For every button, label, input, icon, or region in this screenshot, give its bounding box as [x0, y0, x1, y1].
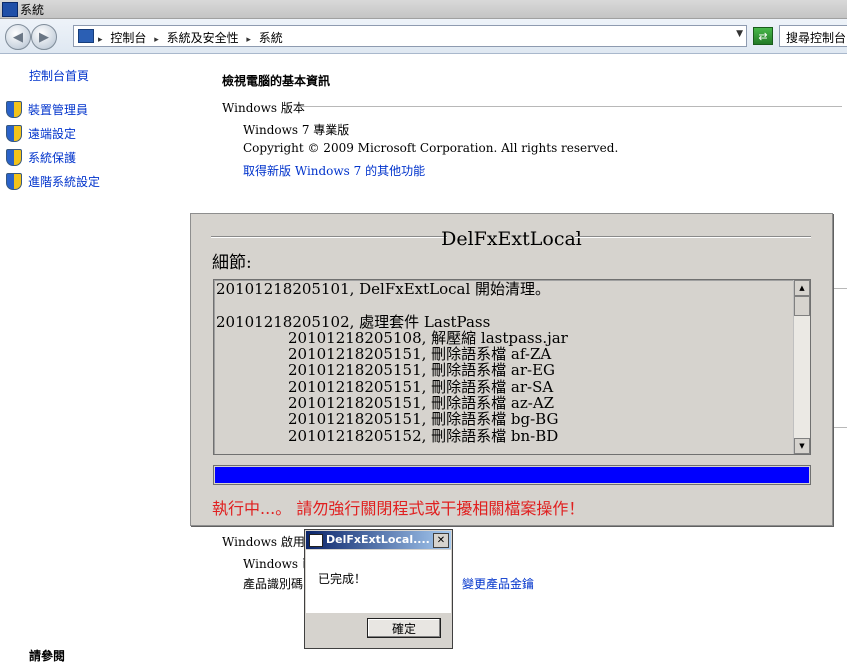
breadcrumb-separator-icon[interactable]: ▸: [246, 35, 251, 45]
breadcrumb-separator-icon[interactable]: ▸: [98, 35, 103, 45]
log-line: 20101218205151, 刪除語系檔 ar-EG: [288, 361, 556, 380]
completion-message-box: DelFxExtLocal.... ✕ 已完成！ 確定: [304, 529, 453, 649]
breadcrumb-item-control-panel[interactable]: 控制台: [110, 31, 146, 45]
section-label: Windows 版本: [222, 101, 305, 115]
product-id-label: 產品識別碼: [243, 577, 304, 591]
log-line: 20101218205101, DelFxExtLocal 開始清理。: [216, 280, 551, 298]
close-icon: ✕: [436, 535, 446, 546]
message-text: 已完成！: [318, 572, 367, 586]
sidebar-item-label: 系統保護: [28, 151, 77, 165]
refresh-button[interactable]: ⇄: [753, 27, 773, 45]
log-line: 20101218205102, 處理套件 LastPass: [216, 312, 491, 331]
shield-icon: [6, 101, 22, 118]
refresh-icon: ⇄: [758, 29, 768, 43]
windows-edition-section: Windows 版本: [222, 99, 842, 115]
sidebar-item-label: 遠端設定: [28, 127, 77, 141]
progress-bar: [213, 465, 811, 485]
message-box-title: DelFxExtLocal....: [326, 533, 430, 546]
sidebar-item-system-protection[interactable]: 系統保護: [6, 149, 76, 167]
more-features-link[interactable]: 取得新版 Windows 7 的其他功能: [243, 162, 425, 179]
sidebar-item-label: 進階系統設定: [28, 175, 101, 189]
address-toolbar: ◀ ▶ ▸ 控制台 ▸ 系統及安全性 ▸ 系統 ▼ ⇄ 搜尋控制台: [0, 19, 847, 54]
scroll-thumb[interactable]: [794, 296, 810, 316]
copyright-text: Copyright © 2009 Microsoft Corporation. …: [243, 141, 619, 155]
windows-edition-value: Windows 7 專業版: [243, 123, 350, 137]
scroll-up-button[interactable]: ▲: [794, 280, 810, 296]
change-product-key-link[interactable]: 變更產品金鑰: [462, 575, 534, 592]
search-placeholder: 搜尋控制台: [786, 31, 847, 45]
forward-button[interactable]: ▶: [31, 24, 57, 50]
log-line: 20101218205108, 解壓縮 lastpass.jar: [288, 328, 568, 347]
control-panel-icon: [78, 29, 94, 43]
system-window-icon: [2, 2, 18, 17]
address-box[interactable]: ▸ 控制台 ▸ 系統及安全性 ▸ 系統 ▼: [73, 25, 747, 47]
arrow-down-icon: ▼: [799, 442, 805, 450]
section-divider: [833, 288, 847, 289]
shield-icon: [6, 149, 22, 166]
sidebar-item-device-manager[interactable]: 裝置管理員: [6, 101, 88, 119]
arrow-right-icon: ▶: [39, 29, 49, 45]
search-input[interactable]: 搜尋控制台: [779, 25, 847, 47]
log-scrollbar[interactable]: ▲ ▼: [793, 280, 810, 454]
status-message: 執行中...。 請勿強行關閉程式或干擾相關檔案操作！: [212, 499, 585, 518]
control-panel-home-link[interactable]: 控制台首頁: [29, 67, 89, 84]
chevron-down-icon[interactable]: ▼: [736, 29, 743, 39]
see-also-heading: 請參閱: [29, 649, 66, 663]
window-title: 系統: [20, 3, 45, 17]
windows-activation-section: Windows 啟用: [222, 533, 305, 549]
page-title: 檢視電腦的基本資訊: [222, 74, 331, 88]
message-box-body: 已完成！: [306, 550, 451, 613]
sidebar-item-remote-settings[interactable]: 遠端設定: [6, 125, 76, 143]
progress-fill: [215, 467, 809, 483]
breadcrumb-item-system-security[interactable]: 系統及安全性: [167, 31, 239, 45]
title-rule-left: [211, 236, 447, 238]
log-line: 20101218205151, 刪除語系檔 af-ZA: [288, 345, 552, 364]
section-label: Windows 啟用: [222, 535, 305, 549]
title-rule-right: [575, 236, 811, 238]
shield-icon: [6, 125, 22, 142]
close-button[interactable]: ✕: [433, 533, 449, 548]
app-icon: [309, 534, 323, 547]
breadcrumb-item-system[interactable]: 系統: [259, 31, 283, 45]
window-titlebar: 系統: [0, 0, 847, 19]
sidebar-item-label: 裝置管理員: [28, 103, 89, 117]
sidebar-item-advanced-settings[interactable]: 進階系統設定: [6, 173, 100, 191]
details-label: 細節:: [212, 253, 252, 273]
dialog-title: DelFxExtLocal: [441, 228, 582, 250]
log-line: 20101218205151, 刪除語系檔 ar-SA: [288, 377, 554, 396]
message-box-titlebar: DelFxExtLocal.... ✕: [306, 531, 451, 549]
shield-icon: [6, 173, 22, 190]
dialog-title-bar: DelFxExtLocal: [191, 227, 832, 251]
ok-button[interactable]: 確定: [367, 618, 441, 638]
log-textarea[interactable]: 20101218205101, DelFxExtLocal 開始清理。 20101…: [213, 279, 811, 455]
arrow-left-icon: ◀: [13, 29, 23, 45]
section-divider: [833, 427, 847, 428]
log-line: 20101218205151, 刪除語系檔 bg-BG: [288, 410, 559, 429]
log-lines: 20101218205101, DelFxExtLocal 開始清理。 20101…: [216, 281, 791, 444]
log-line: 20101218205152, 刪除語系檔 bn-BD: [288, 426, 559, 445]
breadcrumb: ▸ 控制台 ▸ 系統及安全性 ▸ 系統: [98, 29, 287, 46]
arrow-up-icon: ▲: [799, 284, 805, 292]
cleanup-dialog: DelFxExtLocal 細節: 20101218205101, DelFxE…: [190, 213, 833, 526]
breadcrumb-separator-icon[interactable]: ▸: [154, 35, 159, 45]
log-line: 20101218205151, 刪除語系檔 az-AZ: [288, 394, 555, 413]
section-divider: [298, 106, 842, 107]
back-button[interactable]: ◀: [5, 24, 31, 50]
scroll-down-button[interactable]: ▼: [794, 438, 810, 454]
